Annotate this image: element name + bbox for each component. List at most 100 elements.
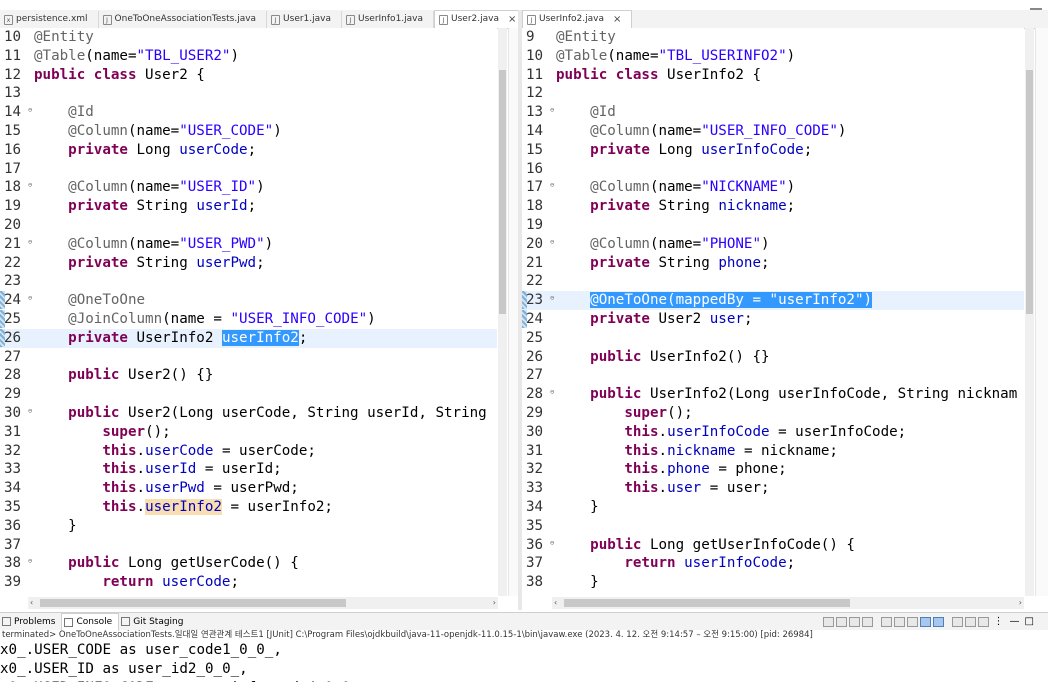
code-line[interactable]: 29 (0, 385, 497, 404)
view-tab-console[interactable]: Console (61, 612, 120, 631)
code-line[interactable]: 38 } (522, 573, 1024, 592)
code-line[interactable]: 37 return userInfoCode; (522, 554, 1024, 573)
pin-console-icon[interactable] (951, 616, 963, 627)
code-line[interactable]: 22 (522, 272, 1024, 291)
code-line[interactable]: 32 this.userCode = userCode; (0, 442, 497, 461)
code-line[interactable]: 34 } (522, 498, 1024, 517)
code-line[interactable]: 12 (522, 84, 1024, 103)
code-line[interactable]: 34 this.userPwd = userPwd; (0, 479, 497, 498)
scroll-right-arrow[interactable]: › (493, 597, 496, 609)
code-line[interactable]: 9 @Entity (522, 28, 1024, 47)
minimize-icon[interactable] (1030, 0, 1042, 10)
editor-tab-onetooneassociationtests-java[interactable]: J OneToOneAssociationTests.java (99, 11, 268, 28)
code-line[interactable]: 35 (522, 517, 1024, 536)
code-line[interactable]: 31 super(); (0, 423, 497, 442)
code-line[interactable]: 25 @JoinColumn(name = "USER_INFO_CODE") (0, 309, 497, 329)
show-on-stdout-icon[interactable] (919, 616, 931, 627)
editor-tab-userinfo1-java[interactable]: J UserInfo1.java (342, 11, 435, 28)
code-line[interactable]: 16 (522, 160, 1024, 179)
code-line[interactable]: 36 } (0, 517, 497, 536)
left-scroll-thumb[interactable] (499, 70, 506, 314)
code-line[interactable]: 12 public class User2 { (0, 66, 497, 85)
left-horizontal-scrollbar[interactable]: ‹ › (28, 597, 498, 609)
code-line[interactable]: 26 private UserInfo2 userInfo2; (0, 328, 497, 348)
code-line[interactable]: 10 @Table(name="TBL_USERINFO2") (522, 47, 1024, 66)
view-tab-problems[interactable]: Problems (0, 613, 61, 630)
code-line[interactable]: 28 ⊖ public UserInfo2(Long userInfoCode, … (522, 385, 1024, 404)
code-line[interactable]: 33 this.userId = userId; (0, 460, 497, 479)
editor-tab-user1-java[interactable]: J User1.java (267, 11, 343, 28)
code-line[interactable]: 18 private String nickname; (522, 197, 1024, 216)
code-line[interactable]: 31 this.nickname = nickname; (522, 442, 1024, 461)
remove-all-icon[interactable] (861, 616, 873, 627)
code-line[interactable]: 23 (0, 272, 497, 291)
left-code-editor[interactable]: 10 @Entity 11 @Table(name="TBL_USER2") 12 pub… (0, 28, 497, 596)
code-line[interactable]: 24 ⊖ @OneToOne (0, 291, 497, 310)
code-line[interactable]: 15 private Long userInfoCode; (522, 141, 1024, 160)
scroll-right-arrow[interactable]: › (1019, 597, 1022, 609)
code-line[interactable]: 19 (522, 216, 1024, 235)
code-line[interactable]: 19 private String userId; (0, 197, 497, 216)
view-menu-icon[interactable]: ⋮ (994, 616, 1004, 627)
code-line[interactable]: 20 (0, 216, 497, 235)
code-line[interactable]: 17 ⊖ @Column(name="NICKNAME") (522, 178, 1024, 197)
code-line[interactable]: 15 @Column(name="USER_CODE") (0, 122, 497, 141)
code-line[interactable]: 30 this.userInfoCode = userInfoCode; (522, 423, 1024, 442)
code-line[interactable]: 36 ⊖ public Long getUserInfoCode() { (522, 536, 1024, 555)
stop-icon[interactable] (835, 616, 847, 627)
code-line[interactable]: 17 (0, 160, 497, 179)
code-line[interactable]: 21 ⊖ @Column(name="USER_PWD") (0, 235, 497, 254)
code-line[interactable]: 37 (0, 536, 497, 555)
code-line[interactable]: 29 super(); (522, 404, 1024, 423)
code-line[interactable]: 14 ⊖ @Id (0, 103, 497, 122)
code-line[interactable]: 28 public User2() {} (0, 366, 497, 385)
close-icon[interactable]: × (613, 11, 621, 28)
code-line[interactable]: 11 public class UserInfo2 { (522, 66, 1024, 85)
show-on-stderr-icon[interactable] (932, 616, 944, 627)
minimize-view-icon[interactable]: — (1010, 616, 1020, 627)
display-console-icon[interactable] (964, 616, 976, 627)
code-line[interactable]: 14 @Column(name="USER_INFO_CODE") (522, 122, 1024, 141)
code-line[interactable]: 38 ⊖ public Long getUserCode() { (0, 554, 497, 573)
code-line[interactable]: 13 ⊖ @Id (522, 103, 1024, 122)
left-vertical-scrollbar[interactable] (498, 28, 507, 596)
code-line[interactable]: 16 private Long userCode; (0, 141, 497, 160)
scroll-left-arrow[interactable]: ‹ (30, 597, 33, 609)
right-scroll-thumb[interactable] (1026, 70, 1033, 314)
code-line[interactable]: 21 private String phone; (522, 254, 1024, 273)
right-horizontal-scrollbar[interactable]: ‹ › (552, 597, 1024, 609)
code-line[interactable]: 10 @Entity (0, 28, 497, 47)
right-overview-ruler[interactable] (1035, 28, 1048, 596)
open-console-icon[interactable] (977, 616, 989, 627)
scroll-left-arrow[interactable]: ‹ (554, 597, 557, 609)
code-line[interactable]: 22 private String userPwd; (0, 254, 497, 273)
copy-icon[interactable] (880, 616, 892, 627)
editor-tab-user2-java[interactable]: J User2.java × (434, 10, 528, 28)
code-line[interactable]: 23 ⊖ @OneToOne(mappedBy = "userInfo2") (522, 291, 1024, 310)
code-line[interactable]: 27 (522, 366, 1024, 385)
word-wrap-icon[interactable] (906, 616, 918, 627)
code-line[interactable]: 26 public UserInfo2() {} (522, 348, 1024, 367)
code-line[interactable]: 32 this.phone = phone; (522, 460, 1024, 479)
clear-console-icon[interactable] (822, 616, 834, 627)
right-code-editor[interactable]: 9 @Entity 10 @Table(name="TBL_USERINFO2") 11… (522, 28, 1024, 596)
scroll-lock-icon[interactable] (893, 616, 905, 627)
right-vertical-scrollbar[interactable] (1025, 28, 1034, 596)
left-hscroll-thumb[interactable] (40, 599, 346, 607)
remove-launch-icon[interactable] (848, 616, 860, 627)
code-line[interactable]: 20 ⊖ @Column(name="PHONE") (522, 235, 1024, 254)
code-line[interactable]: 33 this.user = user; (522, 479, 1024, 498)
code-line[interactable]: 13 (0, 84, 497, 103)
code-line[interactable]: 18 ⊖ @Column(name="USER_ID") (0, 178, 497, 197)
code-line[interactable]: 30 ⊖ public User2(Long userCode, String u… (0, 404, 497, 423)
editor-tab-userinfo2-java[interactable]: J UserInfo2.java × (522, 10, 633, 28)
view-tab-git-staging[interactable]: Git Staging (119, 613, 189, 630)
code-line[interactable]: 27 (0, 348, 497, 367)
maximize-view-icon[interactable]: □ (1025, 616, 1034, 627)
close-icon[interactable]: × (508, 11, 516, 28)
code-line[interactable]: 35 this.userInfo2 = userInfo2; (0, 498, 497, 517)
console-output[interactable]: x0_.USER_CODE as user_code1_0_0_, x0_.USE… (0, 641, 1048, 682)
code-line[interactable]: 25 (522, 329, 1024, 348)
code-line[interactable]: 24 private User2 user; (522, 309, 1024, 329)
code-line[interactable]: 11 @Table(name="TBL_USER2") (0, 47, 497, 66)
